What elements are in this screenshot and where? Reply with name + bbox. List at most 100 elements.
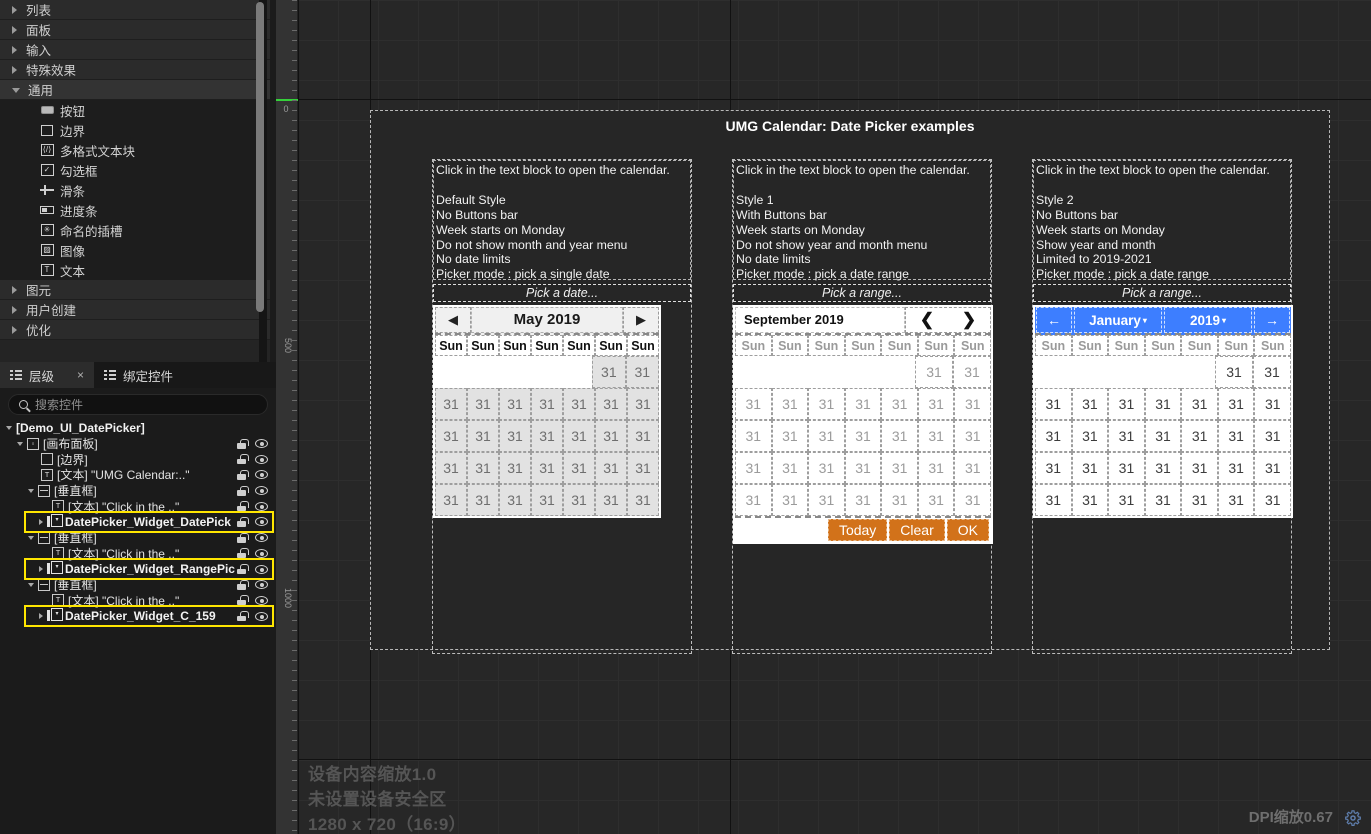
calendar-day-cell[interactable]: 31 — [1144, 420, 1182, 452]
calendar-day-cell[interactable]: 31 — [735, 420, 772, 452]
calendar-day-cell[interactable]: 31 — [735, 452, 772, 484]
date-picker-panel-0[interactable]: Click in the text block to open the cale… — [432, 159, 692, 654]
hierarchy-row-11[interactable]: T [文本] "Click in the .." — [0, 593, 276, 609]
year-select[interactable]: 2019 ▾ — [1164, 307, 1252, 333]
palette-category-bottom-2[interactable]: 优化 — [0, 320, 270, 340]
palette-item-2[interactable]: ⟨/⟩ 多格式文本块 — [0, 140, 270, 160]
calendar-day-cell[interactable]: 31 — [1035, 452, 1072, 484]
prev-month-button[interactable]: ❮ — [920, 310, 934, 330]
tab-hierarchy[interactable]: 层级 × — [0, 362, 95, 388]
date-picker-panel-2[interactable]: Click in the text block to open the cale… — [1032, 159, 1293, 654]
palette-item-5[interactable]: 进度条 — [0, 200, 270, 220]
month-select[interactable]: January ▾ — [1074, 307, 1162, 333]
palette-scrollbar-thumb[interactable] — [256, 2, 264, 312]
visibility-eye-icon[interactable] — [255, 548, 268, 558]
chevron-right-icon[interactable] — [12, 285, 17, 294]
calendar-day-cell[interactable]: 31 — [808, 484, 845, 516]
chevron-down-icon[interactable] — [28, 535, 34, 540]
visibility-eye-icon[interactable] — [255, 454, 268, 464]
chevron-right-icon[interactable] — [39, 566, 43, 573]
picker-text-field-0[interactable]: Pick a date... — [433, 284, 691, 302]
ok-button[interactable]: OK — [946, 519, 989, 541]
visibility-eye-icon[interactable] — [255, 595, 268, 605]
calendar-day-cell[interactable]: 31 — [1035, 388, 1072, 420]
hierarchy-row-2[interactable]: [边界] — [0, 451, 276, 467]
calendar-day-cell[interactable]: 31 — [531, 420, 563, 452]
calendar-day-cell[interactable]: 31 — [499, 420, 531, 452]
close-icon[interactable]: × — [77, 368, 84, 382]
lock-icon[interactable] — [237, 454, 249, 465]
calendar-day-cell[interactable]: 31 — [1181, 388, 1218, 420]
palette-category-bottom-0[interactable]: 图元 — [0, 280, 270, 300]
calendar-day-cell[interactable]: 31 — [1071, 388, 1109, 420]
calendar-day-cell[interactable]: 31 — [467, 388, 499, 420]
palette-category-3[interactable]: 特殊效果 — [0, 60, 270, 80]
palette-item-7[interactable]: ▨ 图像 — [0, 240, 270, 260]
gear-icon[interactable] — [1345, 810, 1361, 826]
lock-icon[interactable] — [237, 501, 249, 512]
calendar-day-cell[interactable]: 31 — [1254, 452, 1292, 484]
calendar-day-cell[interactable]: 31 — [1108, 452, 1145, 484]
calendar-day-cell[interactable]: 31 — [1217, 388, 1255, 420]
calendar-popup-2[interactable]: ← January ▾ 2019 ▾ → Sun Sun Sun Sun Sun Sun Sun 31 31… — [1033, 305, 1293, 518]
calendar-day-cell[interactable]: 31 — [435, 484, 467, 516]
palette-item-6[interactable]: ✳ 命名的插槽 — [0, 220, 270, 240]
visibility-eye-icon[interactable] — [255, 486, 268, 496]
calendar-day-cell[interactable]: 31 — [435, 388, 467, 420]
calendar-day-cell[interactable]: 31 — [771, 484, 809, 516]
hierarchy-row-3[interactable]: T [文本] "UMG Calendar:.." — [0, 467, 276, 483]
calendar-day-cell[interactable]: 31 — [563, 452, 595, 484]
hierarchy-row-6[interactable]: DatePicker_Widget_DatePick — [0, 513, 276, 530]
calendar-day-cell[interactable]: 31 — [435, 420, 467, 452]
calendar-day-cell[interactable]: 31 — [1108, 484, 1145, 516]
calendar-day-cell[interactable]: 31 — [627, 420, 659, 452]
clear-button[interactable]: Clear — [889, 519, 945, 541]
lock-icon[interactable] — [237, 611, 249, 622]
lock-icon[interactable] — [237, 532, 249, 543]
design-surface[interactable]: UMG Calendar: Date Picker examples Click… — [370, 110, 1330, 654]
calendar-day-cell[interactable]: 31 — [627, 452, 659, 484]
calendar-day-cell[interactable]: 31 — [1108, 420, 1145, 452]
calendar-day-cell[interactable]: 31 — [499, 388, 531, 420]
calendar-day-cell[interactable]: 31 — [735, 388, 772, 420]
calendar-day-cell[interactable]: 31 — [808, 420, 845, 452]
calendar-day-cell[interactable]: 31 — [953, 356, 991, 388]
calendar-day-cell[interactable]: 31 — [625, 356, 659, 388]
chevron-down-icon[interactable] — [12, 88, 20, 93]
calendar-day-cell[interactable]: 31 — [844, 388, 882, 420]
palette-scrollbar-track[interactable] — [256, 0, 267, 362]
calendar-day-cell[interactable]: 31 — [954, 484, 992, 516]
visibility-eye-icon[interactable] — [255, 611, 268, 621]
calendar-day-cell[interactable]: 31 — [844, 452, 882, 484]
palette-category-2[interactable]: 输入 — [0, 40, 270, 60]
palette-item-3[interactable]: ✓ 勾选框 — [0, 160, 270, 180]
visibility-eye-icon[interactable] — [255, 470, 268, 480]
hierarchy-row-0[interactable]: [Demo_UI_DatePicker] — [0, 420, 276, 436]
calendar-day-cell[interactable]: 31 — [499, 452, 531, 484]
prev-month-button[interactable]: ← — [1036, 307, 1072, 333]
lock-icon[interactable] — [237, 564, 249, 575]
calendar-day-cell[interactable]: 31 — [531, 452, 563, 484]
calendar-day-cell[interactable]: 31 — [1254, 484, 1292, 516]
hierarchy-row-7[interactable]: [垂直框] — [0, 530, 276, 546]
hierarchy-row-9[interactable]: DatePicker_Widget_RangePic — [0, 561, 276, 577]
hierarchy-row-8[interactable]: T [文本] "Click in the .." — [0, 546, 276, 562]
chevron-down-icon[interactable] — [28, 582, 34, 587]
calendar-day-cell[interactable]: 31 — [954, 452, 992, 484]
calendar-day-cell[interactable]: 31 — [915, 356, 953, 388]
hierarchy-row-1[interactable]: ▫ [画布面板] — [0, 436, 276, 452]
chevron-right-icon[interactable] — [12, 25, 17, 34]
calendar-day-cell[interactable]: 31 — [563, 388, 595, 420]
today-button[interactable]: Today — [827, 519, 888, 541]
chevron-right-icon[interactable] — [39, 518, 43, 525]
palette-category-0[interactable]: 列表 — [0, 0, 270, 20]
hierarchy-row-4[interactable]: [垂直框] — [0, 483, 276, 499]
palette-item-1[interactable]: 边界 — [0, 120, 270, 140]
calendar-popup-1[interactable]: September 2019 ❮ ❯ Sun Sun Sun Sun Sun Sun Sun 31 3… — [733, 305, 993, 544]
palette-category-1[interactable]: 面板 — [0, 20, 270, 40]
chevron-right-icon[interactable] — [12, 45, 17, 54]
calendar-day-cell[interactable]: 31 — [595, 452, 627, 484]
lock-icon[interactable] — [237, 595, 249, 606]
calendar-day-cell[interactable]: 31 — [844, 484, 882, 516]
picker-text-field-2[interactable]: Pick a range... — [1033, 284, 1291, 302]
